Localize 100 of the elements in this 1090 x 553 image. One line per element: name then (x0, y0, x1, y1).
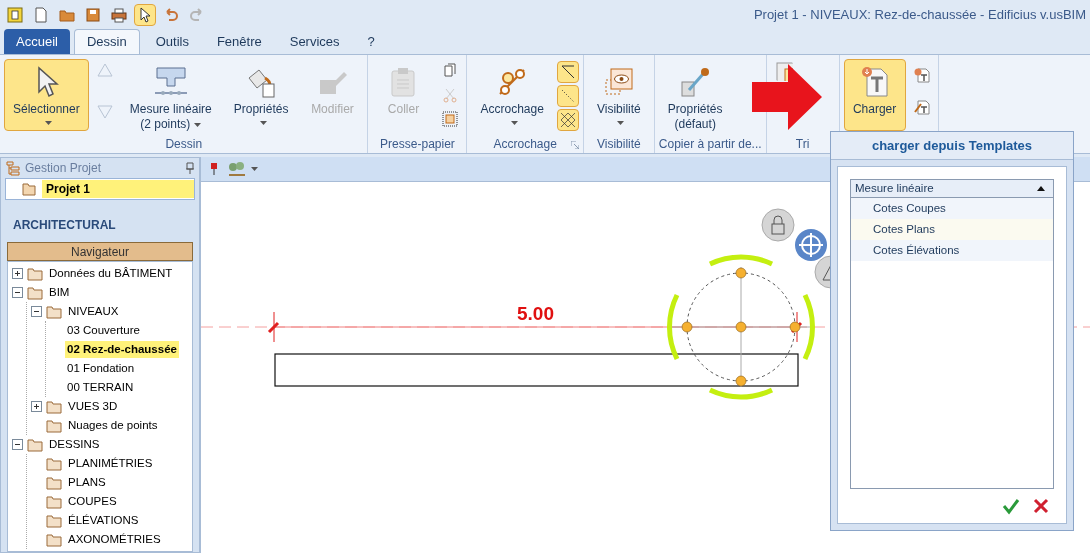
collapse-toggle[interactable] (12, 439, 23, 450)
copy-icon (442, 63, 459, 79)
down-arrow-icon (96, 105, 113, 119)
tree-item[interactable]: 01 Fondation (65, 359, 137, 378)
checkmark-icon (1002, 497, 1020, 515)
dropper-button[interactable]: Propriétés (défaut) (658, 59, 732, 131)
snap-toggle[interactable] (556, 109, 579, 131)
printer-icon (111, 7, 127, 23)
pointer-arrow (752, 64, 822, 130)
folder-item-icon (46, 531, 62, 548)
layers-dropdown[interactable] (227, 161, 258, 177)
save-icon (85, 7, 101, 23)
folder-item-icon (27, 265, 43, 282)
eyedropper-icon (679, 66, 712, 98)
project-item[interactable]: Projet 1 (42, 180, 194, 198)
ribbon-tab[interactable]: Outils (143, 29, 201, 54)
eye-frame-icon (602, 66, 635, 98)
new-file-icon (33, 7, 49, 23)
tree-item[interactable]: VUES 3D (66, 397, 120, 416)
group-label: Accrochage (493, 136, 557, 153)
dialog-launcher-icon[interactable] (570, 141, 579, 149)
app-button[interactable] (4, 4, 26, 26)
folder-item-icon (46, 455, 62, 472)
ribbon-tab[interactable]: Accueil (4, 29, 70, 54)
select-button[interactable]: Sélectionner (4, 59, 89, 131)
trees-icon (227, 161, 247, 177)
grid-snap-icon (560, 113, 575, 127)
confirm-button[interactable] (1002, 497, 1020, 515)
folder-item-icon (27, 284, 43, 301)
group-label: Tri (795, 136, 810, 153)
app-icon (7, 7, 23, 23)
template-item[interactable]: Cotes Élévations (851, 240, 1053, 261)
tree-item[interactable]: 03 Couverture (65, 321, 142, 340)
template-category-dropdown[interactable]: Mesure linéaire (851, 180, 1053, 198)
paste-special-icon (442, 111, 459, 127)
ribbon-tab[interactable]: Fenêtre (204, 29, 274, 54)
snap-toggle[interactable] (556, 85, 579, 107)
folder-item-icon (46, 512, 62, 529)
cursor-button[interactable] (134, 4, 156, 26)
cursor-icon (137, 7, 153, 23)
pin-icon (185, 162, 195, 174)
folder-item-icon (46, 398, 62, 415)
folder-item-icon (27, 436, 43, 453)
tree-item[interactable]: ÉLÉVATIONS (66, 511, 141, 530)
ribbon-tab[interactable]: Dessin (73, 29, 140, 54)
eye-button[interactable]: Visibilité (587, 59, 650, 131)
tree-item[interactable]: Données du BÂTIMENT (47, 264, 175, 283)
hierarchy-icon (5, 160, 21, 176)
window-title: Projet 1 - NIVEAUX: Rez-de-chaussée - Edificius v.usBIM (753, 6, 1086, 25)
cancel-button[interactable] (1032, 497, 1050, 515)
tree-item[interactable]: 02 Rez-de-chaussée (65, 340, 179, 359)
group-label: Dessin (165, 136, 203, 153)
scissors-icon (442, 87, 459, 103)
snap-toggle[interactable] (556, 61, 579, 83)
tree-item[interactable]: Nuages de points (66, 416, 160, 435)
tree-item[interactable]: DESSINS (47, 435, 102, 454)
folder-icon (59, 7, 75, 23)
group-label: Presse-papier (380, 136, 455, 153)
up-arrow-icon (96, 63, 113, 77)
corner-snap-icon (560, 65, 575, 79)
measure-button[interactable]: Mesure linéaire (2 points) (120, 59, 221, 131)
redo-icon (189, 7, 205, 23)
navigator-header: Navigateur (7, 242, 193, 261)
section-title: ARCHITECTURAL (12, 217, 117, 234)
dimension-value: 5.00 (517, 302, 554, 326)
panel-title: Gestion Projet (25, 160, 102, 177)
template-button[interactable]: Charger (843, 59, 906, 131)
caret-icon (1037, 186, 1045, 191)
folder-item-icon (46, 493, 62, 510)
ribbon-tab[interactable]: Services (277, 29, 352, 54)
folder-item-icon (46, 303, 62, 320)
tree-item[interactable]: 00 TERRAIN (65, 378, 136, 397)
add-template-icon (913, 67, 930, 83)
crosshair-icon[interactable] (795, 229, 827, 261)
pushpin-icon (209, 162, 219, 176)
tree-item[interactable]: BIM (47, 283, 72, 302)
group-label: Copier à partir de... (658, 136, 762, 153)
expand-toggle[interactable] (31, 401, 42, 412)
tree-item[interactable]: AXONOMÉTRIES (66, 530, 163, 549)
paint-button[interactable]: Propriétés (224, 59, 298, 131)
tree-item[interactable]: PLANIMÉTRIES (66, 454, 155, 473)
template-item[interactable]: Cotes Coupes (851, 198, 1053, 219)
undo-icon (163, 7, 179, 23)
group-label: Visibilité (596, 136, 641, 153)
collapse-toggle[interactable] (12, 287, 23, 298)
edit-template-icon (913, 99, 930, 115)
folder-item-icon (46, 417, 62, 434)
collapse-toggle[interactable] (31, 306, 42, 317)
project-folder-icon (22, 181, 38, 197)
tree-item[interactable]: NIVEAUX (66, 302, 121, 321)
ribbon-tab[interactable]: ? (355, 29, 387, 54)
expand-toggle[interactable] (12, 268, 23, 279)
caret-icon (251, 167, 258, 171)
tree-item[interactable]: COUPES (66, 492, 119, 511)
template-item[interactable]: Cotes Plans (851, 219, 1053, 240)
lock-icon[interactable] (761, 208, 795, 242)
tree-item[interactable]: PLANS (66, 473, 108, 492)
snap-button[interactable]: Accrochage (471, 59, 553, 131)
popup-title: charger depuis Templates (871, 136, 1033, 155)
folder-item-icon (46, 474, 62, 491)
